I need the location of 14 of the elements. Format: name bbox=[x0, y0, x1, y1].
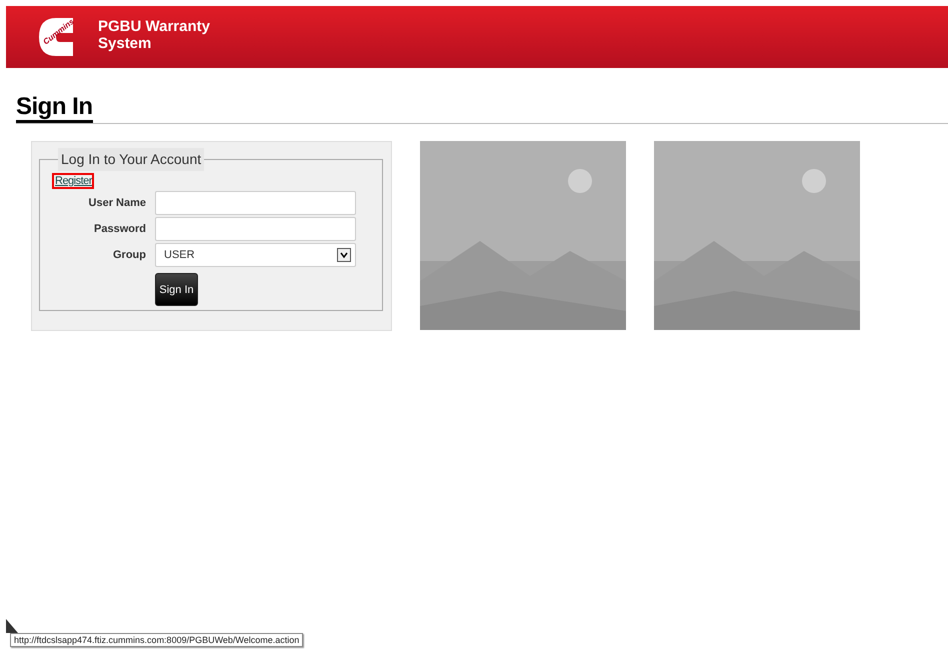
sign-in-button[interactable]: Sign In bbox=[155, 273, 198, 306]
field-label: Password bbox=[93, 223, 146, 235]
status-url: http://ftdcslsapp474.ftiz.cummins.com:8009/PGBUWeb/Welcome.action bbox=[10, 633, 304, 647]
fieldset-legend: Log In to Your Account bbox=[58, 148, 204, 171]
cursor-icon bbox=[6, 619, 18, 635]
app-title: PGBU Warranty bbox=[98, 18, 210, 35]
field-label: Group bbox=[112, 249, 146, 261]
password-field[interactable] bbox=[155, 217, 356, 241]
field-label: User Name bbox=[88, 197, 146, 209]
caret-icon bbox=[337, 248, 351, 262]
username-field[interactable] bbox=[155, 191, 356, 215]
app-title: System bbox=[98, 35, 152, 52]
register-link[interactable]: Register bbox=[52, 173, 94, 189]
group-select[interactable]: USER bbox=[155, 243, 356, 267]
